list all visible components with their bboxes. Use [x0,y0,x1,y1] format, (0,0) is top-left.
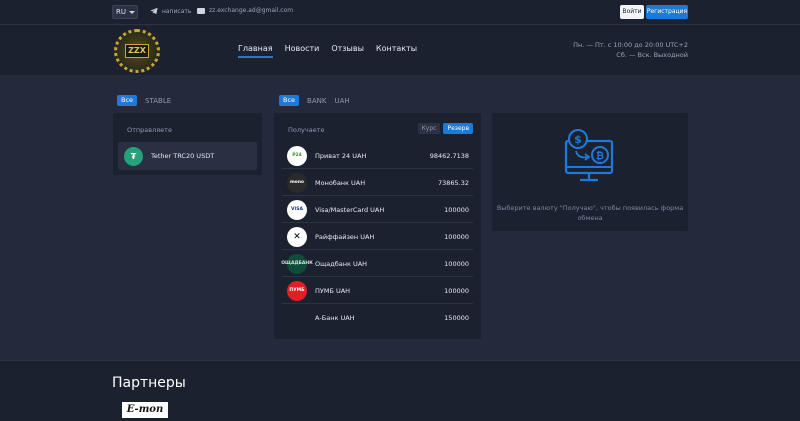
receive-item-reserve: 73865.32 [437,178,469,187]
privat24-icon: P24 [287,145,307,166]
logo-text: ZZX [125,44,149,58]
site-logo[interactable]: ZZX [114,29,160,73]
receive-item-raiffeisen[interactable]: ✕ Райффайзен UAH 100000 [282,224,473,250]
nav-item-reviews[interactable]: Отзывы [331,44,364,58]
language-select[interactable]: RU [112,5,138,19]
receive-filters: Все BANK UAH [279,95,350,106]
register-button[interactable]: Регистрация [646,5,688,19]
working-hours: Пн. — Пт. с 10:00 до 20:00 UTC+2 Сб. — В… [573,40,688,60]
receive-item-pumb[interactable]: ПУМБ ПУМБ UAH 100000 [282,278,473,304]
send-filter-all[interactable]: Все [117,95,138,106]
mail-icon [197,7,205,14]
receive-item-reserve: 100000 [444,205,469,214]
top-bar: RU написать zz.exchange.ad@gmail.com Вой… [0,0,800,25]
raiffeisen-icon: ✕ [287,226,307,247]
receive-item-monobank[interactable]: mono Монобанк UAH 73865.32 [282,170,473,196]
receive-item-reserve: 100000 [444,232,469,241]
receive-item-visa-mastercard[interactable]: VISA Visa/MasterCard UAH 100000 [282,197,473,223]
exchange-form-hint: Выберите валюту "Получаю", чтобы появила… [496,204,684,222]
send-item-label: Tether TRC20 USDT [151,152,215,160]
email-address: zz.exchange.ad@gmail.com [209,7,294,14]
receive-panel: Получаете Курс Резерв P24 Приват 24 UAH … [274,113,481,339]
chevron-down-icon [129,11,135,14]
receive-item-label: А-Банк UAH [315,314,355,322]
tab-reserve[interactable]: Резерв [443,123,473,134]
receive-item-oschadbank[interactable]: ОЩАДБАНК Ощадбанк UAH 100000 [281,251,473,277]
receive-item-label: ПУМБ UAH [315,286,351,295]
receive-panel-title: Получаете [288,126,325,134]
receive-filter-bank[interactable]: BANK [307,97,326,105]
send-item-tether[interactable]: ₮ Tether TRC20 USDT [118,142,257,170]
site-header: ZZX Главная Новости Отзывы Контакты Пн. … [0,25,800,75]
receive-item-label: Ощадбанк UAH [315,259,368,268]
send-panel: Отправляете ₮ Tether TRC20 USDT [113,113,262,175]
receive-item-reserve: 150000 [444,314,469,322]
email-link[interactable]: zz.exchange.ad@gmail.com [197,7,293,14]
receive-filter-all[interactable]: Все [279,95,300,106]
svg-text:$: $ [574,133,582,146]
telegram-link[interactable]: написать [150,7,191,15]
send-panel-title: Отправляете [127,126,172,134]
currency-exchange-icon: $ ₿ [564,129,614,182]
pumb-icon: ПУМБ [287,280,307,301]
receive-item-reserve: 100000 [444,259,469,268]
receive-item-abank[interactable]: А-Банк UAH 150000 [282,305,473,331]
hours-weekdays: Пн. — Пт. с 10:00 до 20:00 UTC+2 [573,41,688,49]
receive-item-privat24[interactable]: P24 Приват 24 UAH 98462.7138 [282,143,473,169]
partners-section: Партнеры E-mon [0,360,800,421]
hours-weekend: Сб. — Вск. Выходной [616,51,688,59]
receive-item-reserve: 100000 [444,286,469,295]
receive-tabs: Курс Резерв [417,123,473,134]
nav-item-contacts[interactable]: Контакты [376,44,417,58]
partners-title: Партнеры [112,375,186,391]
abank-icon [287,308,307,328]
tab-rate[interactable]: Курс [417,123,441,134]
send-filter-stable[interactable]: STABLE [145,97,171,105]
language-value: RU [116,8,126,16]
login-button[interactable]: Войти [620,5,644,19]
receive-item-label: Райффайзен UAH [315,232,375,241]
monobank-icon: mono [287,172,307,193]
visa-mastercard-icon: VISA [287,199,307,220]
receive-item-label: Приват 24 UAH [315,151,367,160]
svg-text:₿: ₿ [596,150,604,162]
nav-item-news[interactable]: Новости [285,44,320,58]
telegram-label: написать [162,7,192,15]
receive-item-label: Монобанк UAH [315,178,366,187]
receive-item-reserve: 98462.7138 [429,151,469,160]
nav-item-home[interactable]: Главная [238,44,273,58]
oschadbank-icon: ОЩАДБАНК [281,253,313,274]
partner-logo-emon[interactable]: E-mon [122,402,168,418]
main-nav: Главная Новости Отзывы Контакты [238,44,417,58]
exchange-form-placeholder: $ ₿ Выберите валюту "Получаю", чтобы поя… [492,113,688,231]
telegram-icon [150,7,158,15]
tether-icon: ₮ [124,146,143,166]
receive-filter-uah[interactable]: UAH [334,97,349,105]
receive-item-label: Visa/MasterCard UAH [315,205,385,214]
send-filters: Все STABLE [117,95,171,106]
